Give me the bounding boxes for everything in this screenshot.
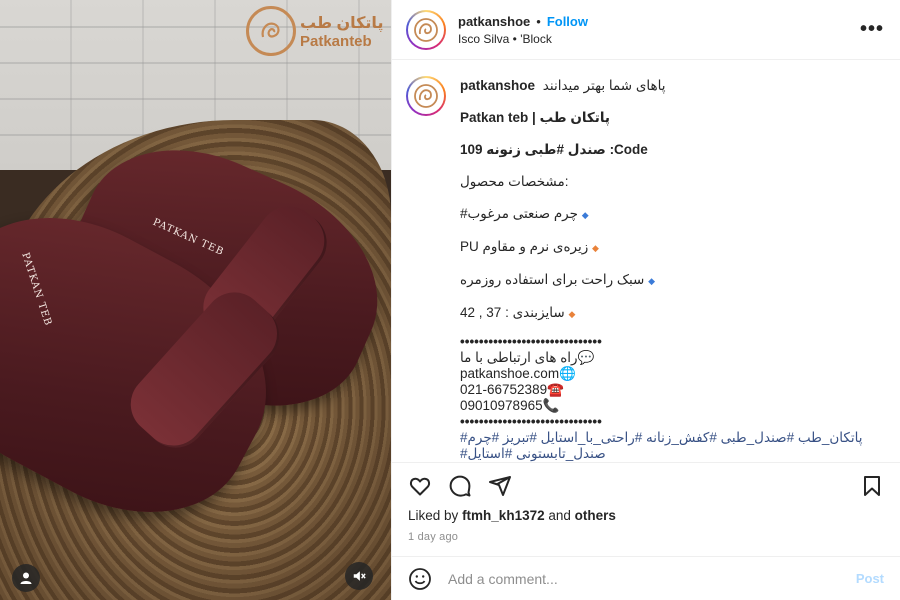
diamond-icon: ◆ xyxy=(592,243,599,253)
account-avatar[interactable] xyxy=(406,9,446,50)
hashtags[interactable]: #پاتکان_طب #صندل_طبی #کفش_زنانه #راحتی_ب… xyxy=(460,430,863,446)
caption-bullet: PU زیره‌ی نرم و مقاوم xyxy=(460,239,589,254)
caption-avatar[interactable] xyxy=(406,76,446,116)
separator-dot: • xyxy=(536,13,541,29)
caption-text: patkanshoe پاهای شما بهتر میدانند Patkan… xyxy=(460,76,863,462)
follow-button[interactable]: Follow xyxy=(547,14,588,29)
brand-logo-icon xyxy=(246,6,296,56)
audio-attribution[interactable]: Isco Silva • 'Block xyxy=(458,32,860,46)
comment-icon[interactable] xyxy=(448,474,472,498)
share-icon[interactable] xyxy=(488,474,512,498)
brand-logo-icon xyxy=(414,17,438,42)
speaker-muted-icon xyxy=(353,571,366,581)
brand-name-fa: پاتکان طب xyxy=(300,14,384,32)
liked-by-user[interactable]: ftmh_kh1372 xyxy=(462,508,545,523)
dotted-divider: •••••••••••••••••••••••••••••• xyxy=(460,414,602,429)
comment-input[interactable] xyxy=(448,570,856,587)
brand-watermark: پاتکان طب Patkanteb xyxy=(246,6,383,56)
post-image[interactable]: PATKAN TEB PATKAN TEB پاتکان طب Patkante… xyxy=(0,0,391,600)
bookmark-icon[interactable] xyxy=(860,474,884,498)
caption-bullet: سایزبندی : 37 , 42 xyxy=(460,305,565,320)
diamond-icon: ◆ xyxy=(581,210,589,220)
tagged-users-button[interactable] xyxy=(12,564,40,592)
post-header: patkanshoe • Follow Isco Silva • 'Block … xyxy=(392,0,900,60)
caption-bullet: #چرم صنعتی مرغوب xyxy=(460,206,578,221)
likes-and: and xyxy=(548,508,571,523)
action-bar xyxy=(392,462,900,508)
user-icon xyxy=(20,572,32,584)
post-timestamp[interactable]: 1 day ago xyxy=(392,523,900,543)
caption-brand-line: Patkan teb | پاتکان طب xyxy=(460,110,610,125)
mute-button[interactable] xyxy=(345,562,373,590)
contact-website[interactable]: patkanshoe.com🌐 xyxy=(460,366,863,382)
emoji-icon[interactable] xyxy=(408,567,432,591)
header-username[interactable]: patkanshoe xyxy=(458,14,530,29)
contact-phone: 021-66752389☎️ xyxy=(460,382,564,397)
heart-icon[interactable] xyxy=(408,474,432,498)
brand-name-en: Patkanteb xyxy=(300,32,372,50)
caption-first-line: پاهای شما بهتر میدانند xyxy=(542,78,666,93)
brand-logo-icon xyxy=(414,84,438,108)
add-comment-bar: Post xyxy=(392,556,900,600)
likes-prefix: Liked by xyxy=(408,508,459,523)
post-comment-button[interactable]: Post xyxy=(856,571,884,586)
caption-bullet: سبک راحت برای استفاده روزمره xyxy=(460,272,645,287)
more-options-icon[interactable]: ••• xyxy=(860,18,884,41)
contact-mobile: 09010978965📞 xyxy=(460,398,560,413)
likes-summary: Liked by ftmh_kh1372 and others xyxy=(392,508,900,523)
caption-username[interactable]: patkanshoe xyxy=(460,78,535,93)
dotted-divider: •••••••••••••••••••••••••••••• xyxy=(460,334,602,349)
hashtags[interactable]: #صندل_تابستونی #استایل xyxy=(460,446,863,462)
instagram-post: PATKAN TEB PATKAN TEB پاتکان طب Patkante… xyxy=(0,0,900,600)
post-details-panel: patkanshoe • Follow Isco Silva • 'Block … xyxy=(391,0,900,600)
caption-area: patkanshoe پاهای شما بهتر میدانند Patkan… xyxy=(392,60,900,462)
caption-specs-title: مشخصات محصول: xyxy=(460,174,569,189)
contact-title: راه های ارتباطی با ما💬 xyxy=(460,350,595,365)
diamond-icon: ◆ xyxy=(648,276,656,286)
caption-code-line: صندل #طبی زنونه 109 :Code xyxy=(460,142,648,157)
likes-others-link[interactable]: others xyxy=(575,508,616,523)
diamond-icon: ◆ xyxy=(568,309,576,319)
